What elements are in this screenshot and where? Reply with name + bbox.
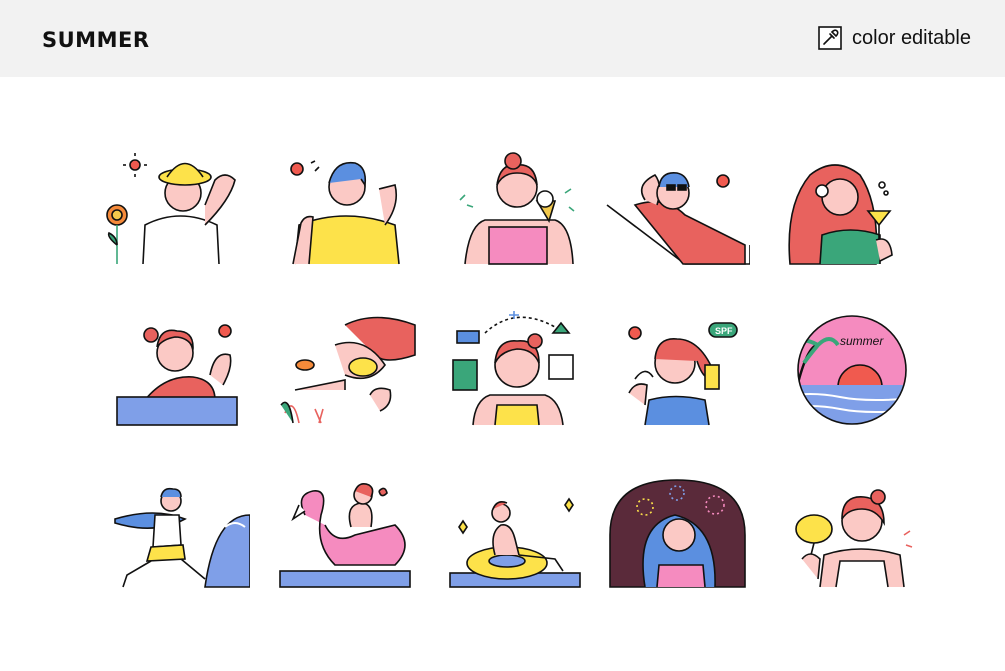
swimming-girl-sticker xyxy=(105,305,250,435)
fireworks-girl-sticker xyxy=(605,475,750,605)
surfer-guy-sticker xyxy=(105,475,250,605)
eyedropper-icon xyxy=(818,26,842,50)
spf-label: SPF xyxy=(715,326,733,336)
page-title: SUMMER xyxy=(42,28,150,52)
snorkeling-girl-sticker xyxy=(275,305,420,435)
sunscreen-girl-sticker: SPF xyxy=(605,305,750,435)
header-bar: SUMMER color editable xyxy=(0,0,1005,77)
color-editable-badge[interactable]: color editable xyxy=(818,26,971,50)
sweating-girl-sticker xyxy=(275,145,420,275)
flamingo-float-girl-sticker xyxy=(275,475,420,605)
ice-cream-girl-sticker xyxy=(445,145,590,275)
color-editable-label: color editable xyxy=(852,26,971,49)
sunflower-girl-sticker xyxy=(105,145,250,275)
travel-planning-girl-sticker xyxy=(445,305,590,435)
hand-fan-girl-sticker xyxy=(780,475,925,605)
tube-float-girl-sticker xyxy=(445,475,590,605)
cocktail-girl-sticker xyxy=(780,145,925,275)
sunbathing-guy-sticker xyxy=(605,145,750,275)
sticker-grid: SPF summer xyxy=(105,145,925,605)
summer-sunset-badge: summer xyxy=(780,305,925,435)
summer-badge-text: summer xyxy=(840,334,884,348)
